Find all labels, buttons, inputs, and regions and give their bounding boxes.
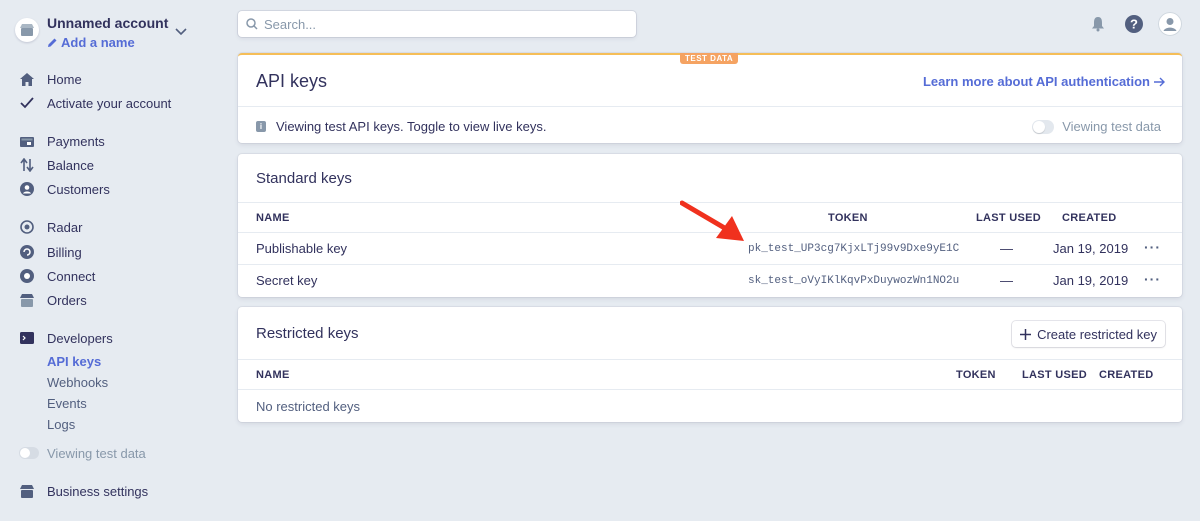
business-settings-icon bbox=[19, 483, 35, 499]
search-icon bbox=[246, 18, 258, 30]
info-icon: i bbox=[256, 121, 266, 132]
column-header-created: CREATED bbox=[1062, 212, 1117, 224]
nav-payments[interactable]: Payments bbox=[19, 131, 105, 151]
empty-state-text: No restricted keys bbox=[256, 399, 361, 414]
customer-icon bbox=[19, 181, 35, 197]
view-live-toggle-label: Viewing test data bbox=[1062, 119, 1161, 134]
nav-test-data-toggle[interactable]: Viewing test data bbox=[19, 443, 146, 463]
nav-api-keys[interactable]: API keys bbox=[47, 354, 101, 369]
test-keys-notice-text: Viewing test API keys. Toggle to view li… bbox=[276, 119, 547, 134]
learn-more-label: Learn more about API authentication bbox=[922, 74, 1150, 89]
balance-arrows-icon bbox=[19, 157, 35, 173]
search-input[interactable] bbox=[264, 16, 624, 32]
key-created: Jan 19, 2019 bbox=[1053, 273, 1129, 288]
user-avatar-icon[interactable] bbox=[1158, 12, 1182, 36]
nav-events[interactable]: Events bbox=[47, 396, 87, 411]
column-header-created: CREATED bbox=[1099, 369, 1154, 381]
key-token[interactable]: pk_test_UP3cg7KjxLTj99v9Dxe9yE1C bbox=[748, 243, 959, 255]
checkmark-icon bbox=[19, 95, 35, 111]
nav-home[interactable]: Home bbox=[19, 69, 82, 89]
nav-balance[interactable]: Balance bbox=[19, 155, 94, 175]
pencil-icon bbox=[48, 38, 57, 47]
plus-icon bbox=[1020, 328, 1032, 340]
store-icon bbox=[15, 18, 39, 42]
key-last-used: — bbox=[1000, 241, 1013, 256]
arrow-right-icon bbox=[1154, 77, 1165, 86]
bell-icon[interactable] bbox=[1086, 12, 1110, 36]
nav-payments-label: Payments bbox=[47, 133, 105, 149]
account-name: Unnamed account bbox=[47, 15, 169, 31]
view-live-toggle[interactable]: Viewing test data bbox=[1032, 119, 1161, 134]
chevron-down-icon[interactable] bbox=[175, 24, 187, 39]
sidebar: Unnamed account Add a name Home Activate… bbox=[0, 0, 220, 521]
more-actions-icon[interactable]: ··· bbox=[1144, 271, 1161, 287]
annotation-arrow-icon bbox=[680, 200, 744, 241]
help-icon[interactable]: ? bbox=[1122, 12, 1146, 36]
test-keys-notice: i Viewing test API keys. Toggle to view … bbox=[256, 119, 547, 134]
nav-developers-label: Developers bbox=[47, 330, 113, 346]
nav-radar-label: Radar bbox=[47, 219, 83, 235]
key-name: Secret key bbox=[256, 273, 318, 288]
create-restricted-key-label: Create restricted key bbox=[1037, 326, 1157, 342]
billing-icon bbox=[19, 244, 35, 260]
nav-home-label: Home bbox=[47, 71, 82, 87]
key-token[interactable]: sk_test_oVyIKlKqvPxDuywozWn1NO2u bbox=[748, 275, 959, 287]
nav-orders-label: Orders bbox=[47, 292, 87, 308]
nav-logs[interactable]: Logs bbox=[47, 417, 75, 432]
radar-icon bbox=[19, 219, 35, 235]
more-actions-icon[interactable]: ··· bbox=[1144, 239, 1161, 255]
nav-radar[interactable]: Radar bbox=[19, 217, 82, 237]
nav-connect[interactable]: Connect bbox=[19, 266, 95, 286]
nav-business-settings-label: Business settings bbox=[47, 483, 149, 499]
svg-text:?: ? bbox=[1130, 17, 1138, 32]
column-header-name: NAME bbox=[256, 369, 290, 381]
account-switcher[interactable]: Unnamed account Add a name bbox=[15, 14, 195, 54]
key-created: Jan 19, 2019 bbox=[1053, 241, 1129, 256]
nav-billing-label: Billing bbox=[47, 244, 82, 260]
page-title: API keys bbox=[256, 71, 328, 91]
nav-developers[interactable]: Developers bbox=[19, 328, 113, 348]
learn-more-link[interactable]: Learn more about API authentication bbox=[923, 74, 1166, 89]
add-name-label: Add a name bbox=[61, 35, 135, 50]
standard-keys-title: Standard keys bbox=[256, 170, 352, 187]
key-name: Publishable key bbox=[256, 241, 348, 256]
nav-test-data-label: Viewing test data bbox=[47, 445, 146, 461]
test-data-badge: TEST DATA bbox=[680, 53, 739, 64]
test-data-switch[interactable] bbox=[19, 447, 39, 459]
nav-orders[interactable]: Orders bbox=[19, 290, 87, 310]
nav-balance-label: Balance bbox=[47, 157, 94, 173]
column-header-last-used: LAST USED bbox=[1022, 369, 1088, 381]
restricted-keys-title: Restricted keys bbox=[256, 325, 359, 342]
toggle-switch[interactable] bbox=[1032, 119, 1055, 134]
nav-customers-label: Customers bbox=[47, 181, 110, 197]
column-header-token: TOKEN bbox=[956, 369, 996, 381]
column-header-last-used: LAST USED bbox=[976, 212, 1042, 224]
home-icon bbox=[19, 71, 35, 87]
add-name-link[interactable]: Add a name bbox=[47, 35, 135, 50]
payments-icon bbox=[19, 133, 35, 149]
key-last-used: — bbox=[1000, 273, 1013, 288]
column-header-name: NAME bbox=[256, 212, 290, 224]
terminal-icon bbox=[19, 330, 35, 346]
nav-business-settings[interactable]: Business settings bbox=[19, 481, 148, 501]
nav-customers[interactable]: Customers bbox=[19, 179, 110, 199]
nav-webhooks[interactable]: Webhooks bbox=[47, 375, 108, 390]
connect-icon bbox=[19, 268, 35, 284]
orders-icon bbox=[19, 292, 35, 308]
restricted-keys-card: Restricted keys Create restricted key NA… bbox=[238, 307, 1182, 422]
nav-connect-label: Connect bbox=[47, 268, 96, 284]
search-bar[interactable] bbox=[238, 11, 636, 37]
api-keys-card: TEST DATA API keys Learn more about API … bbox=[238, 53, 1182, 143]
column-header-token: TOKEN bbox=[828, 212, 868, 224]
nav-activate[interactable]: Activate your account bbox=[19, 93, 171, 113]
nav-activate-label: Activate your account bbox=[47, 95, 172, 111]
nav-billing[interactable]: Billing bbox=[19, 242, 82, 262]
create-restricted-key-button[interactable]: Create restricted key bbox=[1012, 321, 1165, 347]
